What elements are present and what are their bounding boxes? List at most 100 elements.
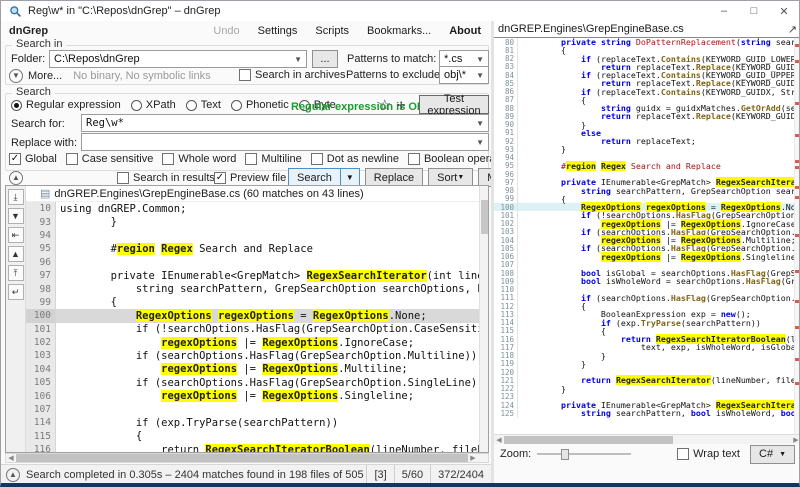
chevron-down-icon[interactable]: ▼ [457,174,464,181]
result-line[interactable]: 101 if (!searchOptions.HasFlag(GrepSearc… [26,322,479,336]
result-line[interactable]: 93 } [26,215,479,229]
result-line[interactable]: 99 { [26,295,479,310]
bookmark-star-icon[interactable]: ☆ [378,96,391,114]
popout-icon[interactable]: ↗ [788,23,797,36]
chevron-down-icon[interactable]: ▼ [294,55,302,64]
chevron-down-icon[interactable]: ▼ [476,71,484,80]
checkbox-box[interactable]: ✓ [214,172,226,184]
result-line[interactable]: 10 using dnGREP.Common; [26,202,479,216]
chevron-down-icon[interactable]: ▼ [476,138,484,147]
previous-match-button[interactable]: ⤒ [7,265,24,281]
scroll-left-icon[interactable]: ◀ [6,454,16,462]
chevron-down-icon[interactable]: ▼ [476,119,484,128]
close-button[interactable]: ✕ [769,2,799,21]
preview-line[interactable]: 122 } [494,384,799,394]
scrollbar-thumb[interactable] [504,435,673,444]
option-checkbox-dot-as-newline[interactable]: Dot as newline [310,153,399,165]
mode-radio-xpath[interactable]: XPath [130,99,176,111]
checkbox-box[interactable] [407,153,420,165]
result-line[interactable]: 103 if (searchOptions.HasFlag(GrepSearch… [26,349,479,363]
collapse-button[interactable]: ⇤ [7,227,24,243]
zoom-slider[interactable] [537,447,632,461]
slider-thumb[interactable] [561,449,570,460]
radio-dot[interactable] [11,99,22,111]
menu-item-bookmarks[interactable]: Bookmarks... [367,25,431,37]
scroll-left-icon[interactable]: ◀ [494,436,504,444]
preview-file-checkbox[interactable]: ✓ Preview file [214,172,286,184]
preview-line[interactable]: 109 bool isWholeWord = searchOptions.Has… [494,276,799,286]
result-line[interactable]: 104 regexOptions |= RegexOptions.Multili… [26,362,479,377]
wrap-text-checkbox[interactable]: Wrap text [677,448,740,460]
maximize-button[interactable]: □ [739,2,769,21]
radio-dot[interactable] [230,99,242,111]
next-file-button[interactable]: ▼ [7,208,24,224]
collapse-options-icon[interactable]: ▲ [9,171,23,185]
match-marker-strip[interactable] [794,38,799,434]
option-checkbox-global[interactable]: ✓ Global [9,153,57,165]
result-line[interactable]: 105 if (searchOptions.HasFlag(GrepSearch… [26,376,479,390]
checkbox-box[interactable] [239,69,251,81]
checkbox-box[interactable] [310,153,323,165]
scroll-right-icon[interactable]: ▶ [468,454,478,462]
result-line[interactable]: 115 { [26,429,479,444]
replace-with-input[interactable]: ▼ [81,133,489,151]
result-line[interactable]: 96 [26,255,479,269]
search-for-input[interactable]: Reg\w* ▼ [81,114,489,132]
result-line[interactable]: 114 if (exp.TryParse(searchPattern)) [26,416,479,430]
checkbox-box[interactable] [677,448,690,460]
result-line[interactable]: 97 private IEnumerable<GrepMatch> RegexS… [26,268,479,283]
option-checkbox-multiline[interactable]: Multiline [245,153,302,165]
syntax-select[interactable]: C# ▼ [750,444,795,464]
checkbox-box[interactable] [117,172,129,184]
checkbox-box[interactable] [245,153,258,165]
menu-item-settings[interactable]: Settings [258,25,298,37]
checkbox-box[interactable] [65,153,78,165]
preview-line[interactable]: 106 regexOptions |= RegexOptions.Singlel… [494,251,799,262]
search-in-results-checkbox[interactable]: Search in results [117,172,215,184]
minimize-button[interactable]: – [709,2,739,21]
preview-line[interactable]: 95 #region Regex Search and Replace [494,160,799,171]
mode-radio-regular-expression[interactable]: Regular expression [11,99,121,111]
test-expression-button[interactable]: Test expression [419,93,489,117]
result-line[interactable]: 98 string searchPattern, GrepSearchOptio… [26,282,479,296]
mode-radio-phonetic[interactable]: Phonetic [230,99,289,111]
option-checkbox-case-sensitive[interactable]: Case sensitive [65,153,153,165]
preview-line[interactable]: 119 } [494,359,799,369]
results-horizontal-scrollbar[interactable]: ◀ ▶ [5,453,489,463]
preview-code-area[interactable]: 80 private string DoPatternReplacement(s… [494,38,799,434]
search-in-archives-checkbox[interactable]: Search in archives [239,69,346,81]
result-line[interactable]: 107 [26,402,479,417]
patterns-exclude-combobox[interactable]: obj\* ▼ [439,66,489,84]
radio-dot[interactable] [185,99,197,111]
result-line[interactable]: 95 #region Regex Search and Replace [26,242,479,256]
more-expander-icon[interactable]: ▼ [9,69,23,83]
result-file-header[interactable]: ▤ dnGREP.Engines\GrepEngineBase.cs (60 m… [26,186,479,202]
results-tree[interactable]: ▤ dnGREP.Engines\GrepEngineBase.cs (60 m… [26,186,479,452]
radio-dot[interactable] [130,99,142,111]
mode-radio-text[interactable]: Text [185,99,221,111]
scrollbar-thumb[interactable] [16,454,468,462]
browse-folder-button[interactable]: ... [312,50,338,68]
checkbox-box[interactable] [162,153,175,165]
preview-line[interactable]: 93 } [494,144,799,154]
wrap-lines-button[interactable]: ↵ [7,284,24,300]
menu-item-scripts[interactable]: Scripts [315,25,349,37]
menu-item-about[interactable]: About [449,25,481,37]
more-label[interactable]: More... [28,70,62,82]
result-line[interactable]: 106 regexOptions |= RegexOptions.Singlel… [26,389,479,403]
result-line[interactable]: 116 return RegexSearchIteratorBoolean(li… [26,443,479,452]
result-line[interactable]: 102 regexOptions |= RegexOptions.IgnoreC… [26,335,479,350]
checkbox-box[interactable]: ✓ [9,153,21,165]
folder-combobox[interactable]: C:\Repos\dnGrep ▼ [49,50,307,68]
previous-file-button[interactable]: ▲ [7,246,24,262]
result-line[interactable]: 94 [26,228,479,243]
option-checkbox-whole-word[interactable]: Whole word [162,153,236,165]
add-bookmark-icon[interactable]: 🕂 [397,96,405,113]
next-match-button[interactable]: ⤓ [7,189,24,205]
scrollbar-thumb[interactable] [481,200,488,234]
results-vertical-scrollbar[interactable] [479,186,488,452]
status-expander-icon[interactable]: ▲ [6,467,20,482]
scroll-right-icon[interactable]: ▶ [791,436,799,444]
preview-line[interactable]: 125 string searchPattern, bool isWholeWo… [494,408,799,418]
menu-item-undo[interactable]: Undo [213,25,239,37]
